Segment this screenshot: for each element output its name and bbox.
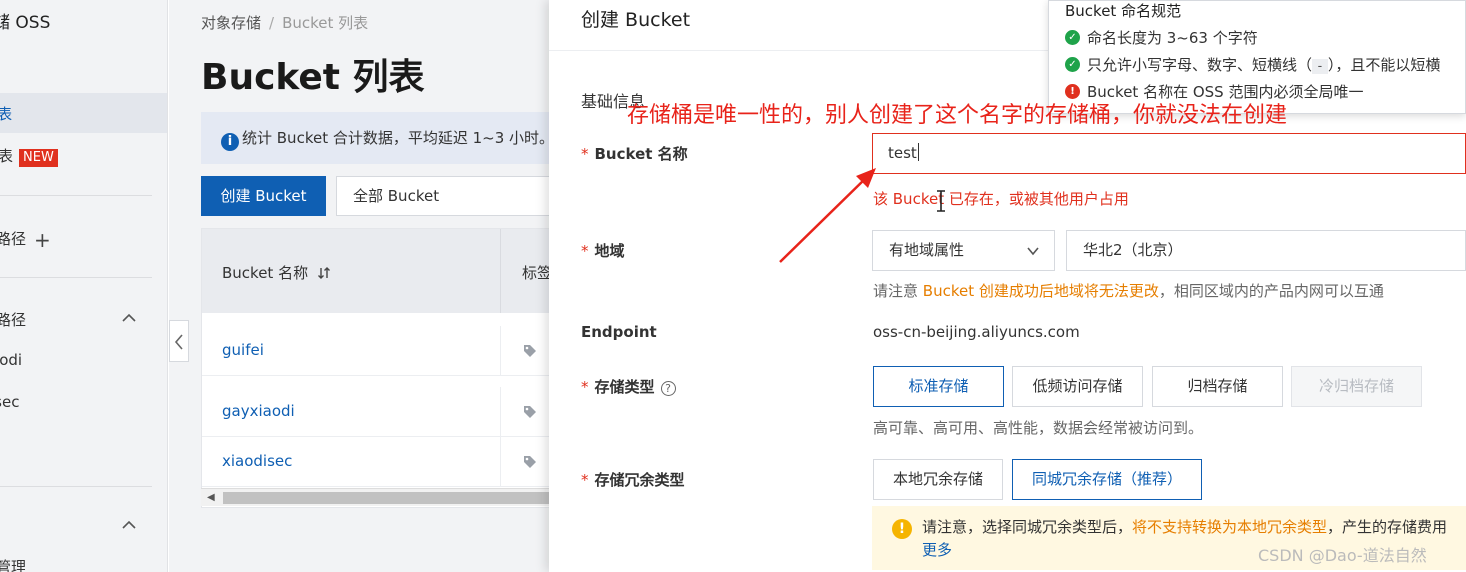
region-note: 请注意 Bucket 创建成功后地域将无法更改，相同区域内的产品内网可以互通 [873,282,1384,300]
new-badge: NEW [19,149,58,167]
info-icon: i [221,133,239,151]
endpoint-label: Endpoint [581,323,657,341]
sidebar-subitem-isec[interactable]: isec [0,393,19,411]
annotation-text: 存储桶是唯一性的，别人创建了这个名字的存储桶，你就没法在创建 [627,103,1288,128]
table-row: gayxiaodi [202,387,558,437]
sidebar-divider [0,277,152,278]
bucket-link[interactable]: gayxiaodi [222,402,295,420]
sidebar-item-label: 路径 [0,311,27,329]
region-select[interactable]: 华北2（北京） [1066,230,1466,271]
region-label: * 地域 [581,242,625,260]
sidebar-divider [0,486,152,487]
rule-characters: ✓ 只允许小写字母、数字、短横线（ - ），且不能以短横 [1065,54,1465,75]
tag-icon[interactable] [522,404,538,420]
storage-option-cold-archive: 冷归档存储 [1291,366,1422,407]
table-row: guifei [202,326,558,376]
storage-option-ia[interactable]: 低频访问存储 [1012,366,1143,407]
sidebar-item-new[interactable]: 表 NEW [0,145,58,167]
table-row: xiaodisec [202,437,558,487]
storage-option-standard[interactable]: 标准存储 [873,366,1004,407]
bucket-name-label: * Bucket 名称 [581,145,688,163]
bucket-link[interactable]: guifei [222,341,264,359]
horizontal-scrollbar[interactable]: ◀ [201,488,559,506]
text-cursor-icon [937,190,945,212]
redundancy-option-zrs[interactable]: 同城冗余存储（推荐） [1012,459,1202,500]
tag-icon[interactable] [522,343,538,359]
create-bucket-button[interactable]: 创建 Bucket [201,176,326,216]
sidebar-item-label: 管理 [0,558,27,572]
storage-option-archive[interactable]: 归档存储 [1152,366,1283,407]
sidebar: 对象存储 OSS Bucket 列表 表 NEW 路径 + 路径 aodi ise… [0,0,168,572]
sidebar-item-label: 表 [0,147,13,165]
endpoint-value: oss-cn-beijing.aliyuncs.com [873,323,1080,341]
bucket-name-error: 该 Bucket 已存在，或被其他用户占用 [873,190,1129,208]
main-content: 对象存储 / Bucket 列表 Bucket 列表 i 统计 Bucket 合计数据… [169,0,559,572]
sidebar-subitem-aodi[interactable]: aodi [0,351,22,369]
breadcrumb: 对象存储 / Bucket 列表 [201,14,369,32]
sidebar-item-path[interactable]: 路径 [0,228,26,249]
sidebar-item-manage[interactable]: 管理 [0,556,26,572]
storage-description: 高可靠、高可用、高性能，数据会经常被访问到。 [873,419,1204,437]
breadcrumb-item[interactable]: 对象存储 [201,14,261,32]
bucket-table: Bucket 名称 标签 guifei gayxiaodi xiaodisec [201,228,559,508]
sidebar-item-path-group[interactable]: 路径 [0,309,26,330]
scrollbar-thumb[interactable] [223,492,559,504]
sidebar-item-label: Bucket 列表 [0,103,12,124]
region-type-select[interactable]: 有地域属性 [872,230,1055,271]
scroll-left-icon[interactable]: ◀ [207,492,215,503]
sidebar-item-label: isec [0,393,20,411]
chevron-down-icon [1027,247,1039,256]
column-header-name[interactable]: Bucket 名称 [222,262,331,283]
breadcrumb-item: Bucket 列表 [282,14,369,32]
rule-length: ✓ 命名长度为 3~63 个字符 [1065,27,1465,48]
collapse-sidebar-button[interactable] [169,320,189,362]
tooltip-title: Bucket 命名规范 [1065,2,1182,20]
redundancy-label: * 存储冗余类型 [581,471,685,489]
sidebar-divider [0,195,152,196]
chevron-left-icon [174,334,183,350]
info-banner: i 统计 Bucket 合计数据，平均延迟 1~3 小时。 [201,112,559,164]
info-text: 统计 Bucket 合计数据，平均延迟 1~3 小时。 [242,129,555,147]
sidebar-title: 对象存储 OSS [0,13,51,33]
storage-type-label: * 存储类型? [581,376,676,397]
watermark: CSDN @Dao-道法自然 [1258,546,1427,565]
sidebar-item-label: 路径 [0,230,27,248]
check-icon: ✓ [1065,57,1080,72]
check-icon: ✓ [1065,30,1080,45]
chevron-up-icon[interactable] [120,309,138,327]
help-icon[interactable]: ? [660,381,676,396]
drawer-title: 创建 Bucket [581,9,691,31]
column-header-tag: 标签 [522,264,553,282]
page-title: Bucket 列表 [201,57,425,98]
chevron-up-icon[interactable] [120,516,138,534]
sort-icon[interactable] [317,266,331,280]
tag-icon[interactable] [522,454,538,470]
warning-icon: ! [892,519,912,539]
bucket-filter-select[interactable]: 全部 Bucket [336,176,559,216]
table-header: Bucket 名称 标签 [202,229,558,313]
redundancy-option-lrs[interactable]: 本地冗余存储 [873,459,1003,500]
bucket-name-input[interactable]: test [872,133,1466,174]
add-path-icon[interactable]: + [34,228,51,252]
sidebar-item-label: aodi [0,351,23,369]
sidebar-item-bucket-list[interactable]: Bucket 列表 [0,93,167,133]
bucket-link[interactable]: xiaodisec [222,452,292,470]
